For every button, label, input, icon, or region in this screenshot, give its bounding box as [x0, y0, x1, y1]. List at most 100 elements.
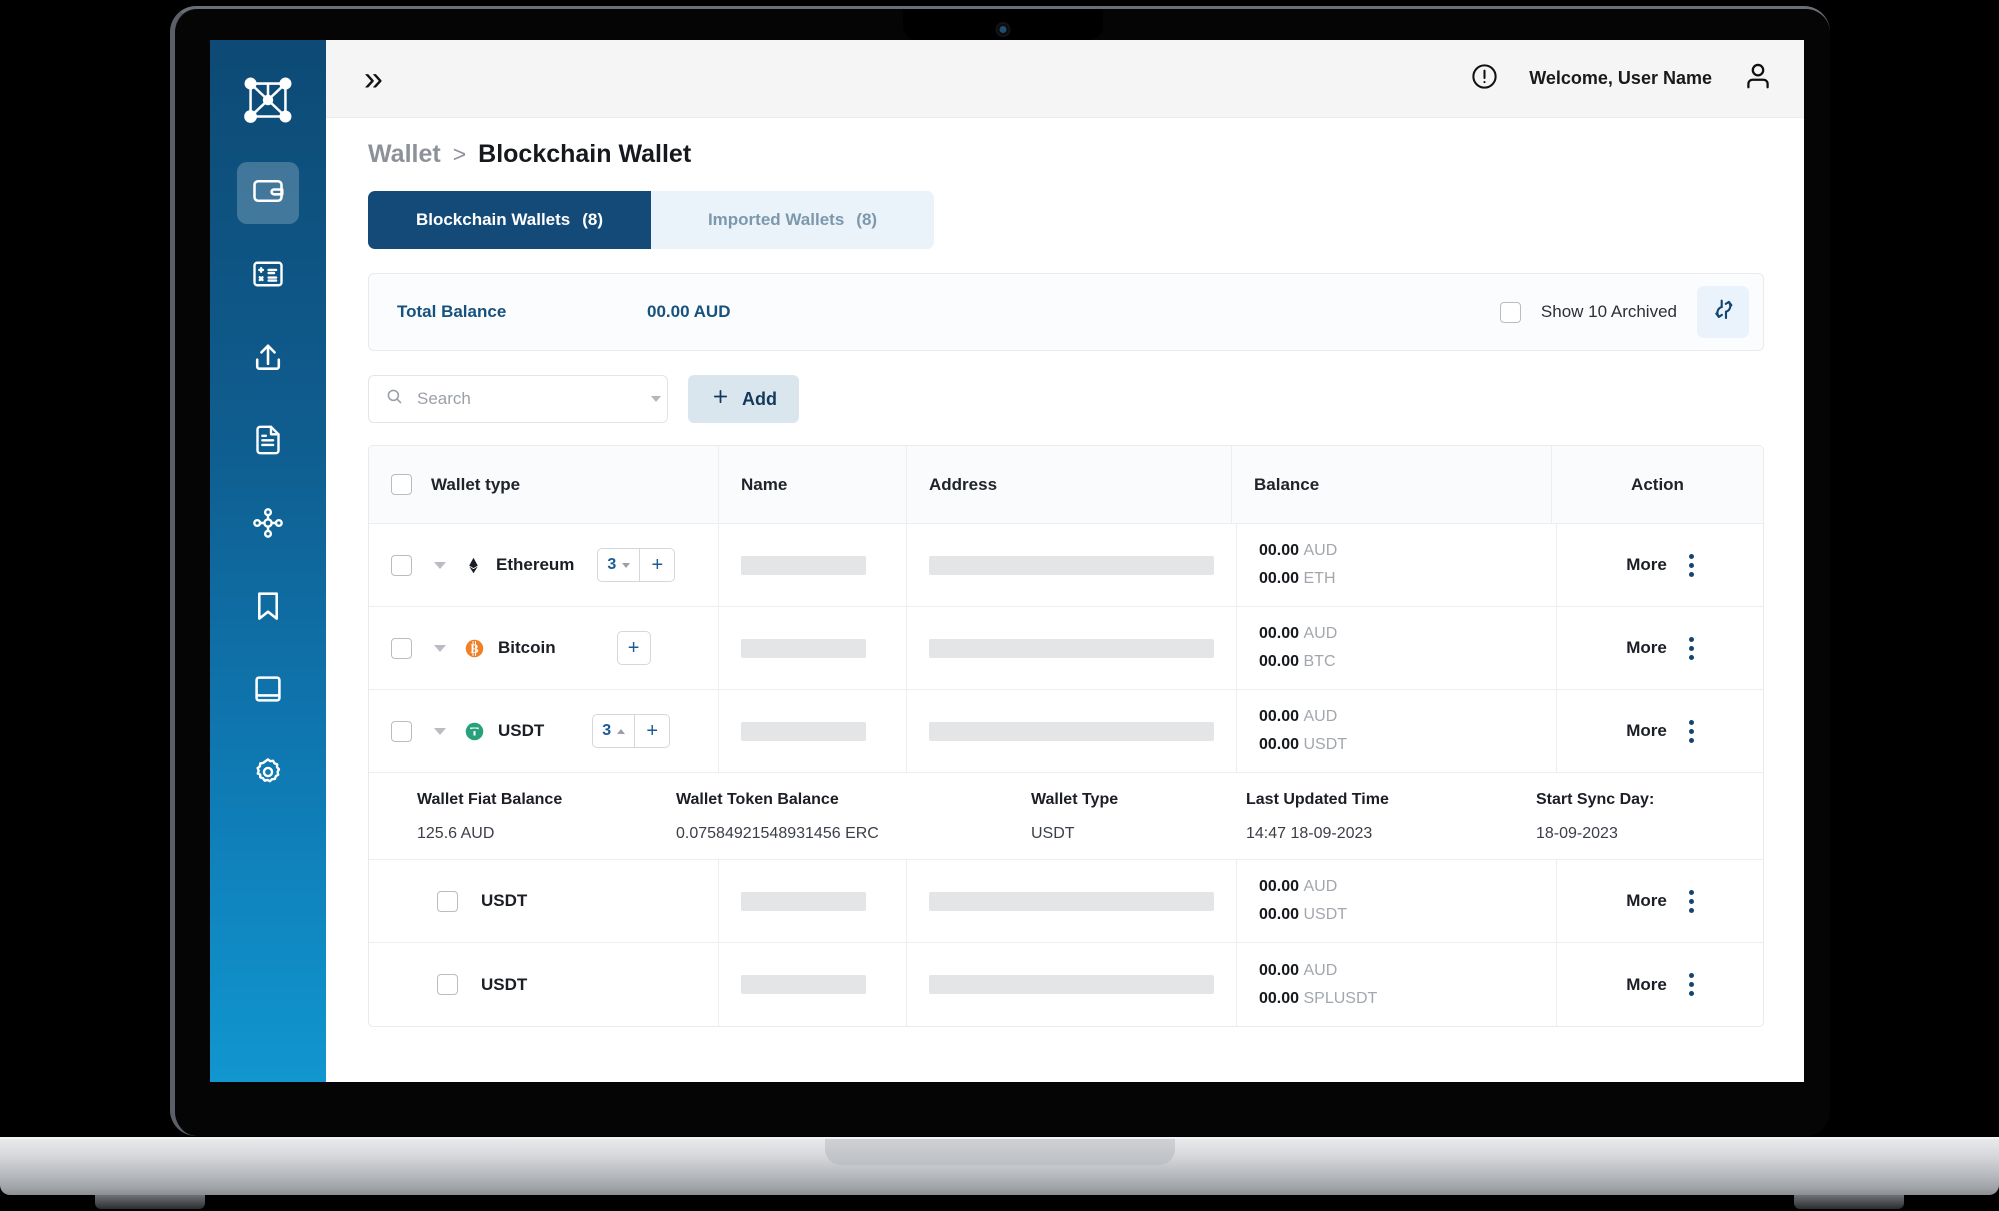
webcam-notch — [902, 9, 1103, 40]
action-group: More — [1626, 889, 1694, 913]
svg-text:B: B — [470, 642, 478, 656]
cell-action: More — [1557, 690, 1763, 772]
coin-name: USDT — [481, 974, 528, 994]
top-bar-right: Welcome, User Name — [1470, 60, 1774, 97]
chevron-down-icon — [622, 562, 631, 568]
cell-wallet-type: B Bitcoin + — [369, 607, 719, 689]
more-button[interactable]: More — [1626, 721, 1667, 741]
more-button[interactable]: More — [1626, 891, 1667, 911]
balance-fiat: 00.00 AUD — [1259, 542, 1338, 559]
action-group: More — [1626, 553, 1694, 577]
select-all-checkbox[interactable] — [391, 474, 412, 495]
cell-action: More — [1557, 943, 1763, 1026]
bitcoin-icon: B — [464, 638, 485, 659]
header-cell-wallet-type: Wallet type — [369, 446, 719, 523]
kebab-menu-icon[interactable] — [1688, 636, 1694, 660]
kebab-menu-icon[interactable] — [1688, 973, 1694, 996]
detail-wallet-type: Wallet Type USDT — [1009, 791, 1224, 843]
row-checkbox[interactable] — [437, 974, 458, 995]
add-wallet-button[interactable]: + — [640, 549, 674, 581]
wallet-count-selector[interactable]: 3 — [593, 715, 636, 747]
row-checkbox[interactable] — [437, 890, 458, 912]
breadcrumb: Wallet > Blockchain Wallet — [368, 140, 1764, 169]
balance-lines: 00.00 AUD 00.00 SPLUSDT — [1259, 962, 1377, 1008]
header-cell-balance: Balance — [1232, 446, 1552, 523]
balance-lines: 00.00 AUD 00.00 USDT — [1259, 878, 1347, 924]
header-label-address: Address — [929, 474, 998, 494]
detail-start-sync-day: Start Sync Day: 18-09-2023 — [1514, 791, 1763, 843]
balance-fiat-unit: AUD — [1303, 878, 1338, 895]
show-archived-label: Show 10 Archived — [1540, 302, 1677, 321]
network-logo-icon[interactable] — [237, 70, 299, 132]
double-chevron-right-icon[interactable]: » — [364, 62, 383, 96]
coin-name: USDT — [481, 891, 528, 910]
wallet-count-selector[interactable]: 3 — [598, 549, 641, 581]
tab-imported-wallets-label: Imported Wallets — [707, 210, 845, 229]
sidebar-item-wallet[interactable] — [237, 162, 299, 224]
sidebar-item-documents[interactable] — [237, 411, 299, 473]
total-balance-bar: Total Balance 00.00 AUD Show 10 Archived — [368, 273, 1764, 351]
table-row: B Bitcoin + 00.00 AUD 00.00 BTC More — [369, 607, 1763, 690]
exclamation-circle-icon[interactable] — [1470, 62, 1499, 96]
row-checkbox[interactable] — [391, 554, 412, 576]
address-placeholder — [929, 891, 1214, 911]
expand-chevron-icon[interactable] — [434, 727, 446, 735]
row-checkbox[interactable] — [391, 720, 412, 742]
detail-value: USDT — [1031, 825, 1075, 842]
cell-name — [719, 943, 907, 1026]
expand-chevron-icon[interactable] — [434, 644, 446, 652]
cell-name — [719, 690, 907, 772]
breadcrumb-parent[interactable]: Wallet — [368, 140, 441, 169]
action-group: More — [1626, 973, 1694, 996]
add-wallet-button[interactable]: + — [616, 631, 651, 665]
more-button[interactable]: More — [1626, 975, 1667, 995]
balance-fiat: 00.00 AUD — [1259, 961, 1338, 979]
breadcrumb-separator: > — [452, 141, 467, 167]
add-wallet-button[interactable]: + — [635, 715, 669, 747]
cell-wallet-type: USDT — [369, 943, 719, 1026]
chevron-down-icon[interactable] — [651, 396, 661, 402]
top-bar: » Welcome, User Name — [326, 40, 1804, 118]
tab-blockchain-wallets-count: (8) — [582, 210, 604, 229]
refresh-button[interactable] — [1697, 286, 1749, 338]
cell-action: More — [1557, 860, 1763, 942]
sidebar-item-ledger[interactable] — [237, 660, 299, 722]
laptop-mockup: » Welcome, User Name Wallet > Blockchain… — [0, 0, 1999, 1211]
cell-balance: 00.00 AUD 00.00 USDT — [1237, 860, 1557, 942]
cell-address — [907, 943, 1237, 1026]
sidebar-item-bookmarks[interactable] — [237, 577, 299, 639]
cell-address — [907, 607, 1237, 689]
chevron-up-icon — [617, 728, 626, 734]
kebab-menu-icon[interactable] — [1688, 553, 1694, 577]
more-button[interactable]: More — [1626, 555, 1667, 575]
detail-value: 18-09-2023 — [1536, 825, 1618, 842]
tab-blockchain-wallets[interactable]: Blockchain Wallets (8) — [368, 191, 651, 249]
kebab-menu-icon[interactable] — [1688, 889, 1694, 913]
kebab-menu-icon[interactable] — [1688, 719, 1694, 743]
plus-icon — [710, 386, 731, 412]
sidebar-item-upload[interactable] — [237, 328, 299, 390]
sidebar-item-settings[interactable] — [237, 743, 299, 805]
sidebar-item-calculator[interactable] — [237, 245, 299, 307]
wallet-count-stepper: 3 + — [597, 548, 676, 582]
search-input[interactable] — [417, 389, 638, 409]
page-content: Wallet > Blockchain Wallet Blockchain Wa… — [326, 118, 1804, 1082]
more-button[interactable]: More — [1626, 638, 1667, 658]
expand-chevron-icon[interactable] — [434, 561, 446, 569]
name-placeholder — [741, 638, 866, 658]
wallet-count-value: 3 — [607, 556, 617, 573]
main-area: » Welcome, User Name Wallet > Blockchain… — [326, 40, 1804, 1082]
person-icon[interactable] — [1742, 60, 1774, 97]
sidebar-item-network[interactable] — [237, 494, 299, 556]
name-placeholder — [741, 975, 866, 994]
show-archived-checkbox[interactable] — [1499, 301, 1521, 323]
balance-token: 00.00 ETH — [1259, 570, 1336, 587]
add-button[interactable]: Add — [688, 375, 799, 423]
cell-name — [719, 607, 907, 689]
detail-last-updated-time: Last Updated Time 14:47 18-09-2023 — [1224, 791, 1514, 843]
row-checkbox[interactable] — [391, 637, 412, 659]
tab-imported-wallets[interactable]: Imported Wallets (8) — [651, 191, 934, 249]
header-label-wallet-type: Wallet type — [431, 474, 521, 494]
header-cell-name: Name — [719, 446, 907, 523]
search-box[interactable] — [368, 375, 668, 423]
